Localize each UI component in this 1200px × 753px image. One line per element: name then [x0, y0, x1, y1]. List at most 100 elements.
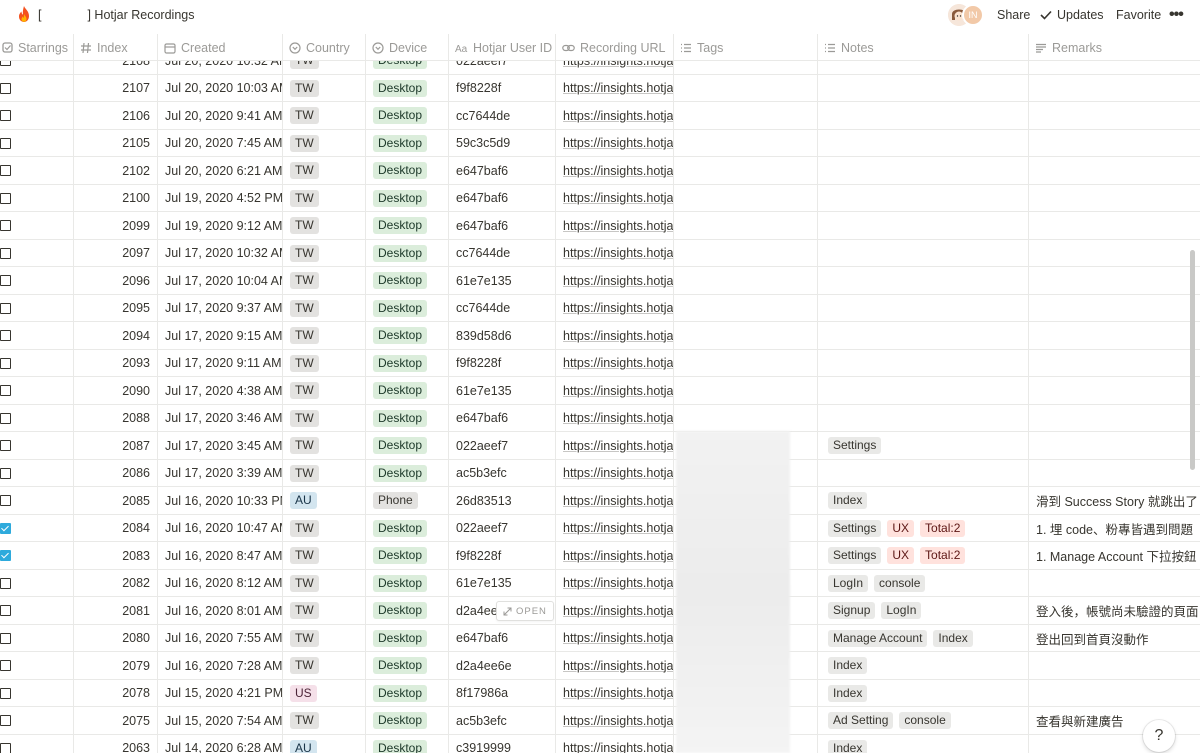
device-cell[interactable]: Desktop [366, 212, 449, 239]
hotjar-user-id-cell[interactable]: f9f8228f [449, 74, 556, 102]
country-cell[interactable]: TW [283, 102, 366, 129]
notes-cell[interactable]: Manage Account Index [818, 624, 1029, 652]
recording-url-link[interactable]: https://insights.hotja [563, 164, 673, 178]
starrings-cell[interactable] [0, 514, 74, 542]
remarks-cell[interactable] [1029, 267, 1200, 294]
country-cell[interactable]: TW [283, 652, 366, 679]
notes-cell[interactable]: Index [818, 734, 1029, 753]
created-cell[interactable]: Jul 15, 2020 7:54 AM [158, 707, 283, 734]
country-cell[interactable]: TW [283, 542, 366, 569]
created-cell[interactable]: Jul 16, 2020 7:55 AM [158, 624, 283, 652]
recording-url-cell[interactable]: https://insights.hotja [556, 294, 674, 322]
notes-cell[interactable] [818, 459, 1029, 487]
device-cell[interactable]: Desktop [366, 377, 449, 404]
notes-cell[interactable] [818, 129, 1029, 157]
device-cell[interactable]: Desktop [366, 294, 449, 322]
starred-checkbox[interactable] [0, 192, 11, 204]
device-cell[interactable]: Desktop [366, 597, 449, 624]
remarks-cell[interactable] [1029, 570, 1200, 597]
column-header-created[interactable]: Created [158, 34, 283, 61]
starred-checkbox[interactable] [0, 605, 11, 616]
recording-url-cell[interactable]: https://insights.hotja [556, 487, 674, 514]
starred-checkbox[interactable] [0, 660, 11, 671]
table-row[interactable]: 2086 Jul 17, 2020 3:39 AM TW Desktop ac5b3ef… [0, 459, 1200, 487]
hotjar-user-id-cell[interactable]: 61e7e135 [449, 569, 556, 597]
notes-cell[interactable]: Settings UX Total:2 [818, 542, 1029, 569]
notes-cell[interactable] [818, 404, 1029, 432]
notes-cell[interactable] [818, 294, 1029, 322]
country-cell[interactable]: TW [283, 157, 366, 184]
notes-cell[interactable] [818, 239, 1029, 267]
scrollbar[interactable] [1190, 250, 1195, 470]
table-row[interactable]: 2102 Jul 20, 2020 6:21 AM TW Desktop e647baf… [0, 157, 1200, 185]
country-cell[interactable]: TW [283, 322, 366, 349]
table-row[interactable]: 2097 Jul 17, 2020 10:32 AM TW Desktop cc7644… [0, 239, 1200, 267]
created-cell[interactable]: Jul 17, 2020 3:46 AM [158, 404, 283, 432]
device-cell[interactable]: Desktop [366, 349, 449, 377]
starred-checkbox[interactable] [0, 632, 11, 644]
starred-checkbox[interactable] [0, 82, 11, 94]
index-cell[interactable]: 2107 [74, 74, 158, 102]
starrings-cell[interactable] [0, 679, 74, 707]
starred-checkbox[interactable] [0, 220, 11, 231]
table-row[interactable]: 2093 Jul 17, 2020 9:11 AM TW Desktop f9f8228… [0, 349, 1200, 377]
country-cell[interactable]: TW [283, 129, 366, 157]
device-cell[interactable]: Desktop [366, 569, 449, 597]
hotjar-user-id-cell[interactable]: 8f17986a [449, 679, 556, 707]
country-cell[interactable]: TW [283, 74, 366, 102]
index-cell[interactable]: 2083 [74, 542, 158, 569]
index-cell[interactable]: 2097 [74, 239, 158, 267]
table-row[interactable]: 2082 Jul 16, 2020 8:12 AM TW Desktop 61e7e13… [0, 569, 1200, 597]
created-cell[interactable]: Jul 20, 2020 9:41 AM [158, 102, 283, 129]
device-cell[interactable]: Desktop [366, 61, 449, 74]
remarks-cell[interactable] [1029, 75, 1200, 102]
starrings-cell[interactable] [0, 597, 74, 624]
device-cell[interactable]: Desktop [366, 74, 449, 102]
device-cell[interactable]: Desktop [366, 404, 449, 432]
starred-checkbox[interactable] [0, 385, 11, 396]
recording-url-link[interactable]: https://insights.hotja [563, 274, 673, 288]
remarks-cell[interactable] [1029, 102, 1200, 129]
starred-checkbox[interactable] [0, 165, 11, 176]
hotjar-user-id-cell[interactable]: ac5b3efc [449, 707, 556, 734]
starred-checkbox[interactable] [0, 495, 11, 506]
notes-cell[interactable]: Signup LogIn [818, 597, 1029, 624]
starrings-cell[interactable] [0, 459, 74, 487]
created-cell[interactable]: Jul 16, 2020 8:01 AM [158, 597, 283, 624]
hotjar-user-id-cell[interactable]: 59c3c5d9 [449, 129, 556, 157]
updates-button[interactable]: Updates [1040, 8, 1104, 22]
remarks-cell[interactable] [1029, 377, 1200, 404]
device-cell[interactable]: Desktop [366, 239, 449, 267]
device-cell[interactable]: Desktop [366, 624, 449, 652]
created-cell[interactable]: Jul 14, 2020 6:28 AM [158, 734, 283, 753]
device-cell[interactable]: Desktop [366, 542, 449, 569]
index-cell[interactable]: 2093 [74, 349, 158, 377]
hotjar-user-id-cell[interactable]: 26d83513 [449, 487, 556, 514]
notes-cell[interactable] [818, 267, 1029, 294]
notes-cell[interactable]: Index [818, 652, 1029, 679]
device-cell[interactable]: Desktop [366, 679, 449, 707]
notes-cell[interactable]: Index [818, 679, 1029, 707]
starrings-cell[interactable] [0, 377, 74, 404]
recording-url-cell[interactable]: https://insights.hotja [556, 61, 674, 74]
hotjar-user-id-cell[interactable]: cc7644de [449, 239, 556, 267]
notes-cell[interactable] [818, 61, 1029, 74]
starred-checkbox[interactable] [0, 577, 11, 589]
starred-checkbox[interactable] [0, 275, 11, 286]
starred-checkbox[interactable] [0, 742, 11, 753]
table-row[interactable]: 2090 Jul 17, 2020 4:38 AM TW Desktop 61e7e13… [0, 377, 1200, 405]
country-cell[interactable]: TW [283, 569, 366, 597]
hotjar-user-id-cell[interactable]: e647baf6 [449, 624, 556, 652]
index-cell[interactable]: 2087 [74, 432, 158, 459]
device-cell[interactable]: Desktop [366, 102, 449, 129]
recording-url-link[interactable]: https://insights.hotja [563, 741, 673, 753]
index-cell[interactable]: 2075 [74, 707, 158, 734]
device-cell[interactable]: Desktop [366, 652, 449, 679]
column-header-recording-url[interactable]: Recording URL [556, 34, 674, 61]
hotjar-user-id-cell[interactable]: f9f8228f [449, 349, 556, 377]
index-cell[interactable]: 2096 [74, 267, 158, 294]
starred-checkbox[interactable] [0, 715, 11, 726]
remarks-cell[interactable] [1029, 322, 1200, 349]
country-cell[interactable]: AU [283, 734, 366, 753]
tags-cell[interactable] [674, 322, 818, 349]
